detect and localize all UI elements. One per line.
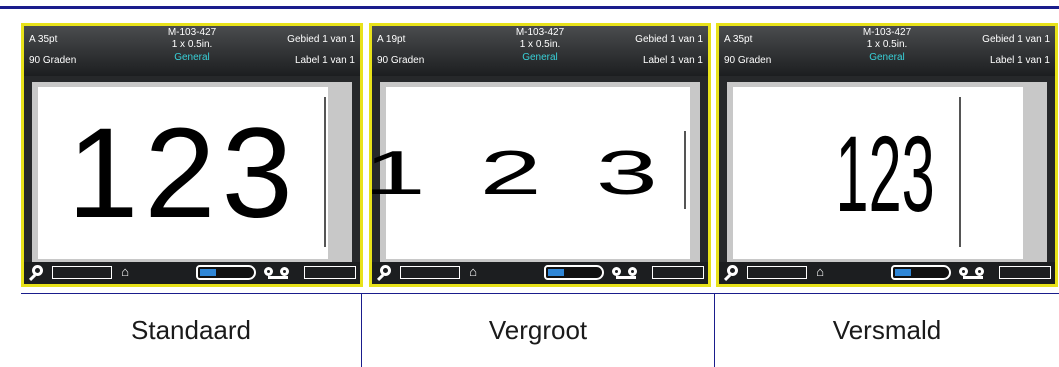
zoom-level-box <box>52 266 112 279</box>
label-canvas[interactable]: 123 <box>364 87 690 259</box>
text-cursor <box>959 97 961 247</box>
label-text[interactable]: 123 <box>836 111 935 236</box>
label-text[interactable]: 123 <box>364 138 712 209</box>
supply-box <box>999 266 1051 279</box>
status-footer: ⌂ <box>372 262 708 284</box>
label-editor[interactable]: 123 <box>364 82 700 272</box>
status-header: A 35pt 90 Graden M-103-427 1 x 0.5in. Ge… <box>24 26 360 76</box>
magnifier-icon[interactable] <box>727 265 738 276</box>
zoom-level-box <box>747 266 807 279</box>
supply-box <box>652 266 704 279</box>
battery-icon <box>196 265 256 280</box>
status-footer: ⌂ <box>719 262 1055 284</box>
printer-screen-standard: A 35pt 90 Graden M-103-427 1 x 0.5in. Ge… <box>21 23 363 287</box>
top-rule <box>0 6 1059 9</box>
caption-expanded: Vergroot <box>488 315 588 345</box>
battery-icon <box>544 265 604 280</box>
house-lock-icon: ⌂ <box>121 264 129 279</box>
label-canvas[interactable]: 123 <box>733 87 1023 259</box>
house-lock-icon: ⌂ <box>469 264 477 279</box>
tape-reel-icon <box>959 264 989 280</box>
printer-screen-expanded: A 19pt 90 Graden M-103-427 1 x 0.5in. Ge… <box>364 23 711 287</box>
caption-condensed: Versmald <box>832 315 942 345</box>
house-lock-icon: ⌂ <box>816 264 824 279</box>
magnifier-icon[interactable] <box>380 265 391 276</box>
label-indicator: Label 1 van 1 <box>642 55 703 66</box>
supply-box <box>304 266 356 279</box>
printer-screen-condensed: A 35pt 90 Graden M-103-427 1 x 0.5in. Ge… <box>716 23 1058 287</box>
status-header: A 35pt 90 Graden M-103-427 1 x 0.5in. Ge… <box>719 26 1055 76</box>
label-text[interactable]: 123 <box>67 100 299 247</box>
label-editor[interactable]: 123 <box>727 82 1047 272</box>
zoom-level-box <box>400 266 460 279</box>
tape-reel-icon <box>264 264 294 280</box>
caption-standard: Standaard <box>131 315 251 345</box>
battery-icon <box>891 265 951 280</box>
area-indicator: Gebied 1 van 1 <box>635 34 703 45</box>
label-editor[interactable]: 123 <box>32 82 352 272</box>
label-indicator: Label 1 van 1 <box>294 55 355 66</box>
status-header: A 19pt 90 Graden M-103-427 1 x 0.5in. Ge… <box>372 26 708 76</box>
text-cursor <box>324 97 326 247</box>
magnifier-icon[interactable] <box>32 265 43 276</box>
status-footer: ⌂ <box>24 262 360 284</box>
area-indicator: Gebied 1 van 1 <box>287 34 355 45</box>
label-indicator: Label 1 van 1 <box>989 55 1050 66</box>
area-indicator: Gebied 1 van 1 <box>982 34 1050 45</box>
label-canvas[interactable]: 123 <box>38 87 328 259</box>
tape-reel-icon <box>612 264 642 280</box>
text-cursor <box>684 131 686 209</box>
